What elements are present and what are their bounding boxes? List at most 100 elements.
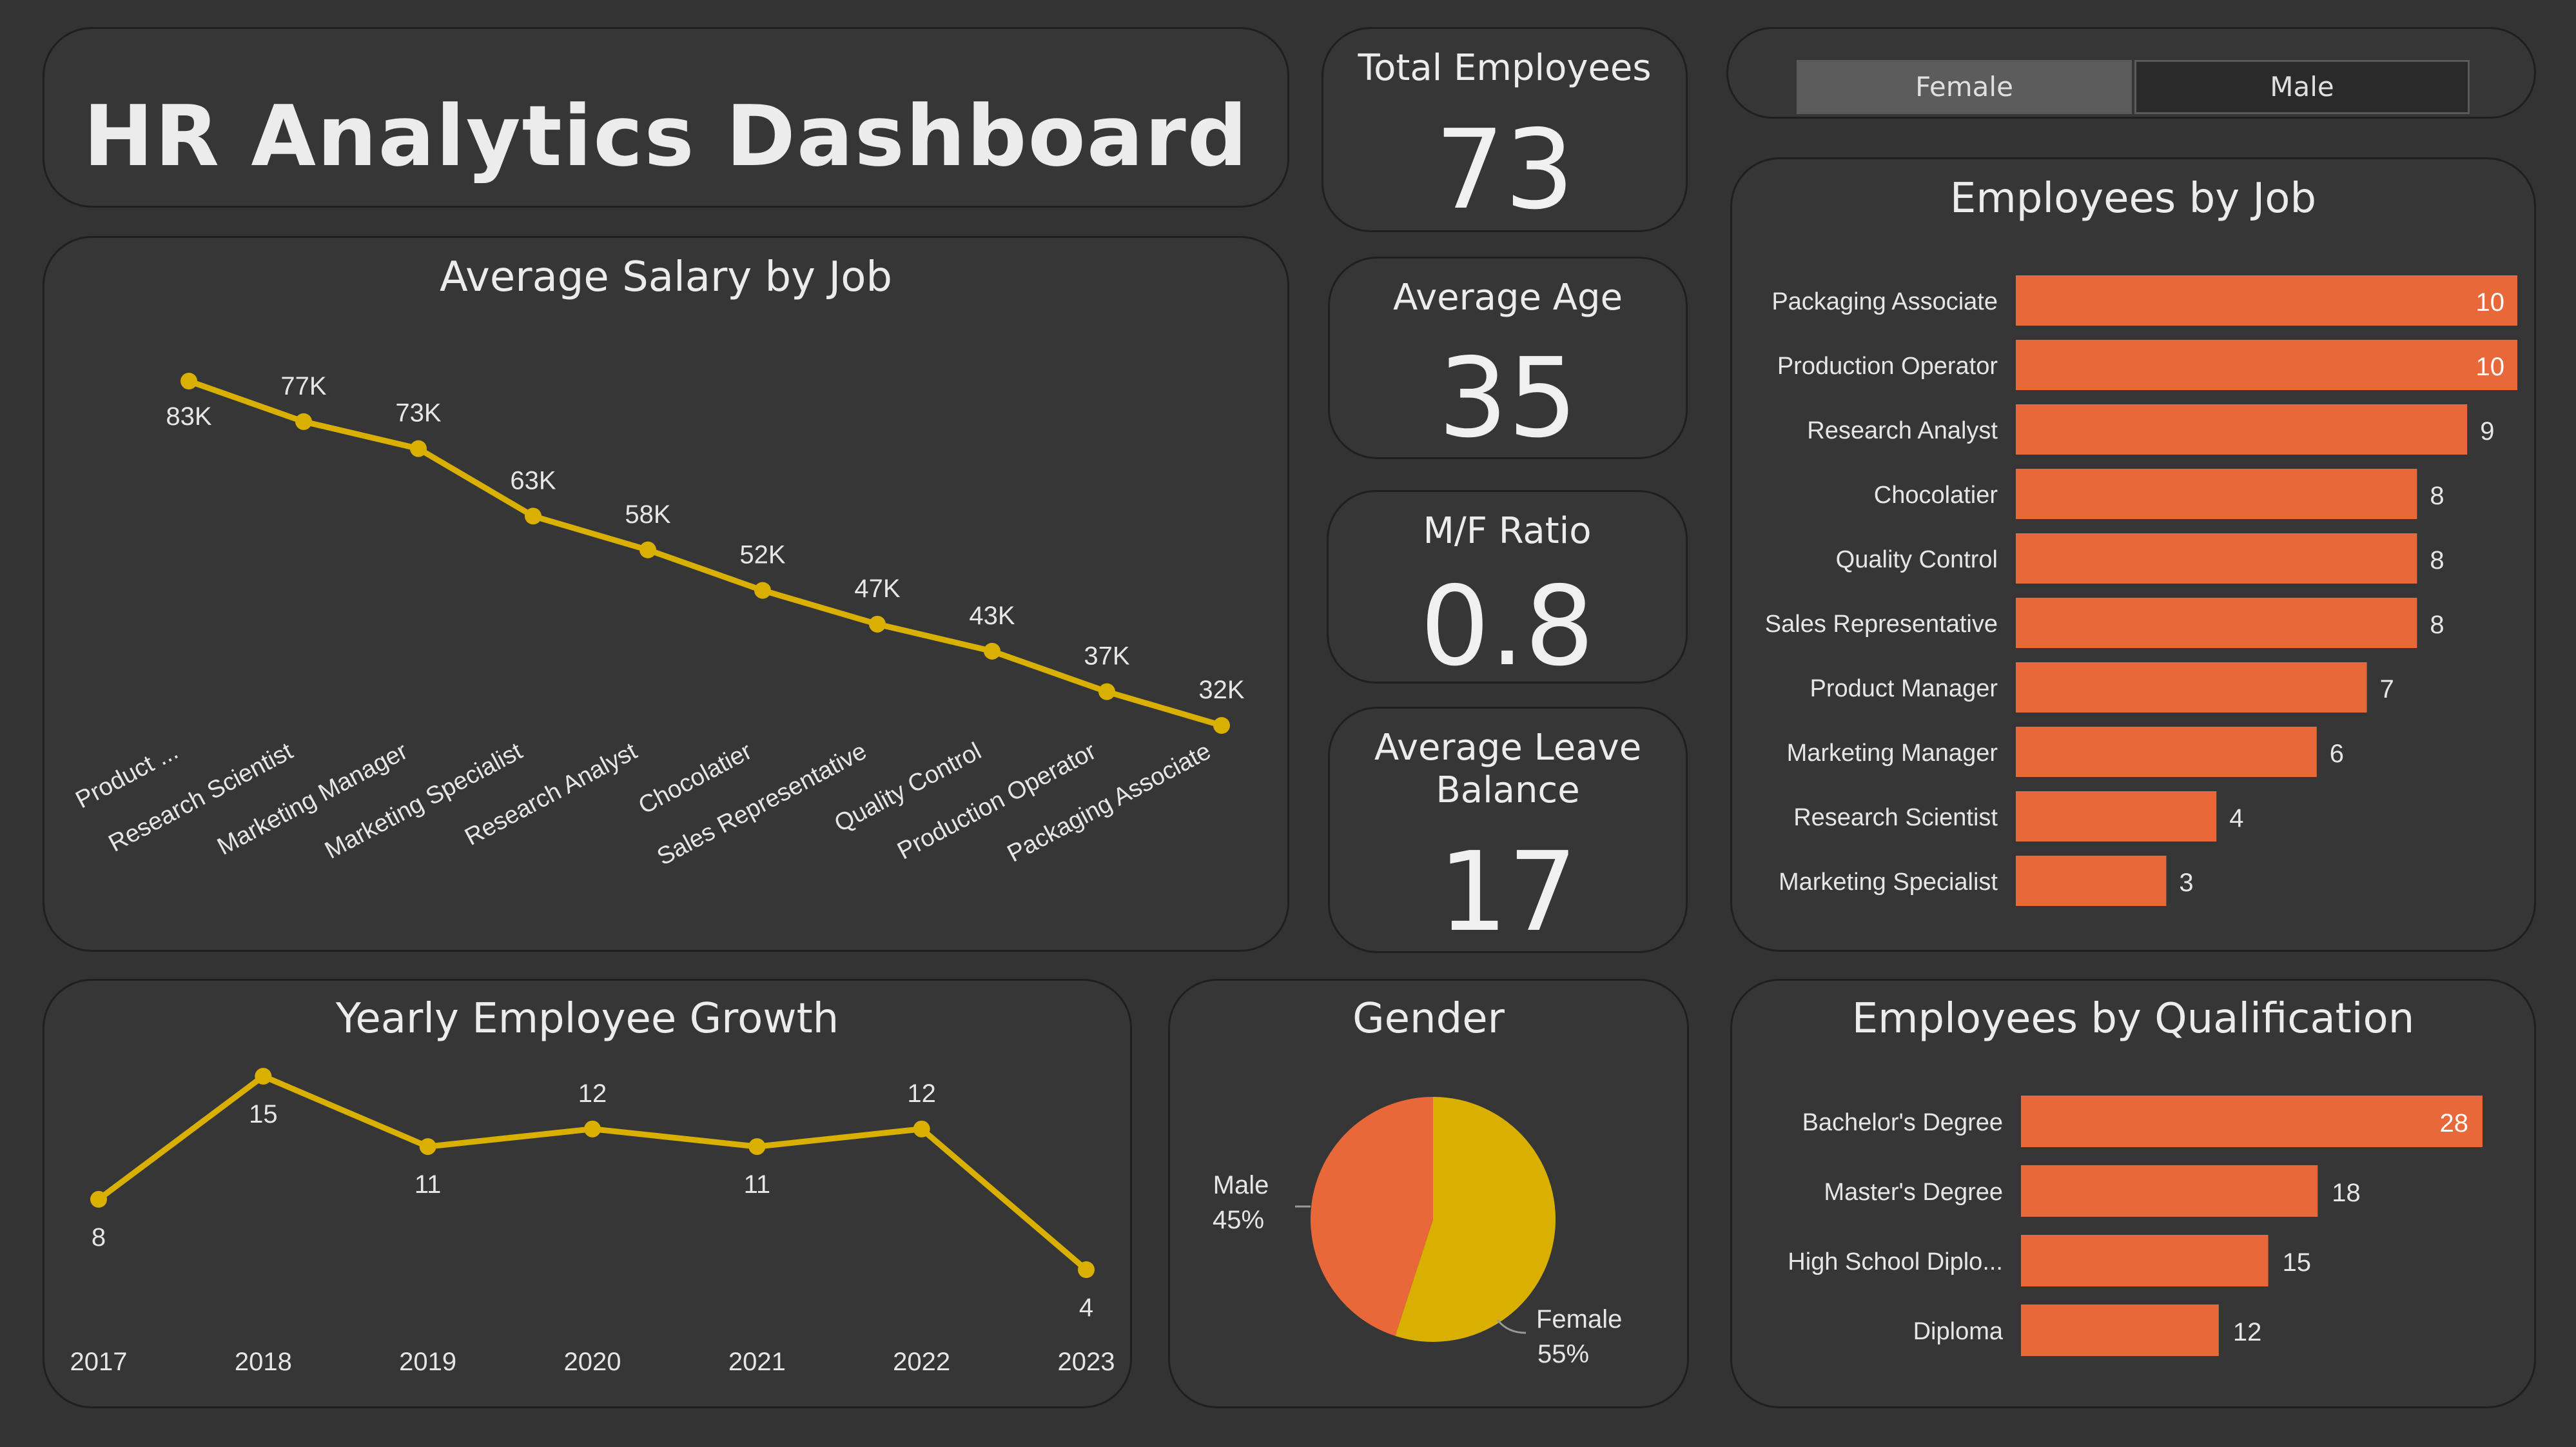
- salary-data-label: 73K: [395, 399, 441, 428]
- salary-data-label: 63K: [510, 466, 556, 495]
- salary-point: [525, 507, 542, 525]
- kpi-average-age-value: 35: [1438, 335, 1578, 459]
- qual-data-label: 15: [2283, 1248, 2312, 1277]
- salary-point: [869, 615, 886, 633]
- growth-x-tick-label: 2021: [728, 1348, 786, 1376]
- kpi-average-leave-value: 17: [1438, 829, 1578, 953]
- salary-point: [1098, 683, 1115, 700]
- growth-data-label: 15: [249, 1100, 278, 1128]
- job-y-tick-label: Marketing Manager: [1787, 740, 1998, 767]
- job-y-tick-label: Packaging Associate: [1771, 288, 1998, 315]
- salary-point: [984, 642, 1000, 660]
- growth-point: [419, 1138, 436, 1156]
- growth-point: [1078, 1261, 1095, 1278]
- kpi-mf-ratio-card: M/F Ratio 0.8: [1327, 490, 1688, 684]
- slicer-female-button[interactable]: Female: [1797, 60, 2132, 114]
- job-data-label: 8: [2430, 482, 2444, 510]
- qual-y-tick-label: High School Diplo...: [1788, 1248, 2003, 1275]
- gender-slicer-panel: Female Male: [1726, 27, 2536, 119]
- salary-point: [1213, 717, 1230, 734]
- salary-data-label: 43K: [969, 602, 1015, 630]
- job-data-label: 3: [2179, 869, 2193, 897]
- qual-chart: Bachelor's Degree 28 Master's Degree 18 High…: [1788, 1096, 2483, 1356]
- job-data-label: 4: [2229, 804, 2243, 832]
- slicer-male-button[interactable]: Male: [2134, 60, 2470, 114]
- salary-point: [754, 582, 771, 599]
- salary-data-label: 77K: [280, 372, 326, 400]
- job-bar: [2016, 340, 2517, 390]
- salary-series-line: [188, 378, 1223, 729]
- job-bar: [2016, 469, 2417, 519]
- job-data-label: 8: [2430, 546, 2444, 575]
- title-panel: HR Analytics Dashboard: [43, 27, 1289, 208]
- salary-data-label: 32K: [1198, 676, 1244, 704]
- growth-x-tick-label: 2022: [893, 1348, 950, 1376]
- salary-x-tick-label: Packaging Associate: [1003, 738, 1215, 868]
- salary-data-label: 52K: [739, 541, 785, 569]
- growth-data-label: 4: [1079, 1294, 1093, 1322]
- job-data-label: 10: [2476, 353, 2505, 381]
- qual-chart-panel: Employees by Qualification Bachelor's De…: [1730, 979, 2536, 1408]
- kpi-average-age-label: Average Age: [1392, 277, 1623, 319]
- salary-x-tick-label: Sales Representative: [653, 738, 872, 871]
- job-data-label: 8: [2430, 611, 2444, 639]
- salary-point: [410, 440, 427, 457]
- job-y-tick-label: Production Operator: [1777, 353, 1998, 380]
- salary-point: [295, 413, 312, 430]
- kpi-average-leave-label-line2: Balance: [1436, 769, 1580, 811]
- job-bar: [2016, 662, 2367, 713]
- job-data-label: 6: [2330, 740, 2344, 768]
- salary-chart: 83KProduct ...77KResearch Scientist73KMa…: [72, 372, 1245, 871]
- salary-data-label: 83K: [166, 402, 211, 431]
- job-bar: [2016, 727, 2317, 777]
- qual-y-tick-label: Diploma: [1913, 1318, 2004, 1345]
- salary-data-label: 37K: [1084, 642, 1129, 671]
- growth-point: [584, 1120, 601, 1137]
- qual-bar: [2021, 1235, 2269, 1286]
- salary-x-tick-label: Research Scientist: [104, 738, 298, 858]
- job-bar: [2016, 791, 2217, 842]
- gender-label-male-name: Male: [1213, 1171, 1269, 1199]
- growth-x-tick-label: 2017: [70, 1348, 128, 1376]
- gender-label-female-name: Female: [1536, 1305, 1622, 1334]
- job-y-tick-label: Quality Control: [1836, 546, 1998, 573]
- qual-bar: [2021, 1304, 2219, 1356]
- kpi-total-employees-card: Total Employees 73: [1322, 27, 1688, 232]
- kpi-mf-ratio-value: 0.8: [1420, 563, 1595, 684]
- gender-chart-panel: Gender Male 45% Female 55%: [1168, 979, 1689, 1408]
- salary-x-tick-label: Marketing Manager: [213, 738, 412, 861]
- job-data-label: 7: [2380, 675, 2394, 704]
- growth-chart: 8 2017 15 2018 11 2019 12 2020 11 2021 12 2022 4 2023: [70, 1068, 1115, 1376]
- qual-data-label: 12: [2233, 1318, 2262, 1346]
- job-y-tick-label: Marketing Specialist: [1779, 869, 1998, 896]
- kpi-average-leave-label-line1: Average Leave: [1374, 727, 1642, 769]
- kpi-total-employees-value: 73: [1434, 106, 1575, 232]
- growth-point: [90, 1190, 107, 1208]
- job-bar: [2016, 275, 2517, 326]
- kpi-mf-ratio-label: M/F Ratio: [1423, 510, 1592, 552]
- growth-point: [255, 1068, 272, 1085]
- qual-data-label: 18: [2332, 1179, 2361, 1207]
- qual-y-tick-label: Bachelor's Degree: [1802, 1109, 2003, 1136]
- growth-point: [913, 1120, 930, 1137]
- job-bar: [2016, 856, 2167, 906]
- growth-x-tick-label: 2018: [235, 1348, 292, 1376]
- growth-data-label: 8: [92, 1223, 106, 1252]
- job-bar: [2016, 404, 2468, 455]
- gender-label-male-value: 45%: [1213, 1206, 1264, 1234]
- kpi-average-leave-card: Average Leave Balance 17: [1328, 707, 1688, 953]
- salary-data-label: 47K: [854, 575, 900, 603]
- salary-point: [639, 541, 656, 558]
- job-data-label: 10: [2476, 288, 2505, 317]
- salary-data-label: 58K: [625, 500, 670, 529]
- job-bar: [2016, 533, 2417, 584]
- growth-data-label: 11: [415, 1170, 442, 1199]
- kpi-total-employees-label: Total Employees: [1358, 47, 1652, 89]
- growth-x-tick-label: 2020: [564, 1348, 621, 1376]
- job-chart: Packaging Associate 10 Production Operator…: [1765, 275, 2517, 906]
- job-data-label: 9: [2480, 417, 2494, 446]
- growth-data-label: 12: [578, 1079, 607, 1108]
- job-y-tick-label: Research Scientist: [1793, 804, 1998, 831]
- growth-x-tick-label: 2023: [1058, 1348, 1115, 1376]
- job-y-tick-label: Chocolatier: [1874, 482, 1998, 509]
